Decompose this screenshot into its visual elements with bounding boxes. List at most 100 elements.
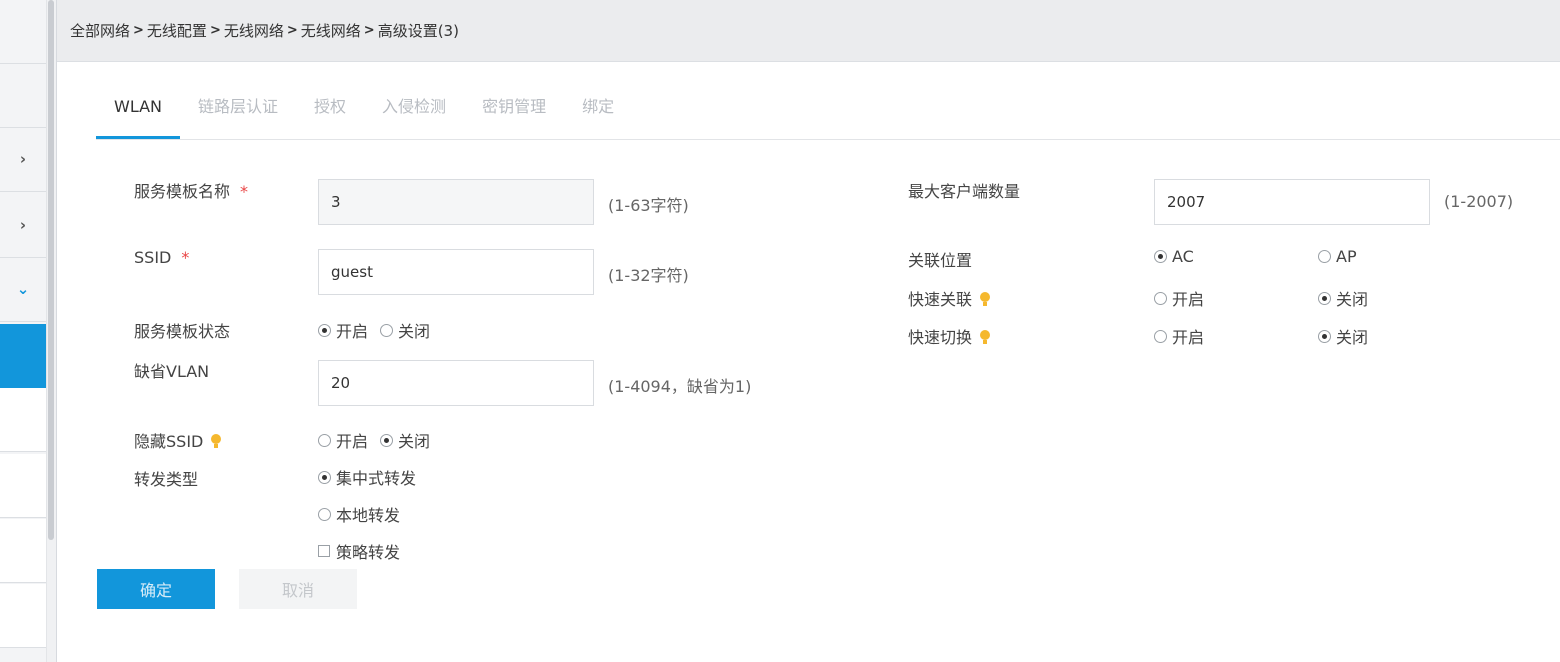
sidebar-item-collapsed[interactable]: › [0, 128, 46, 192]
tab-underline [96, 139, 1560, 140]
max-clients-input[interactable]: 2007 [1154, 179, 1430, 225]
radio-label: 开启 [336, 432, 369, 451]
chevron-right-icon: > [209, 23, 221, 38]
tab-wlan[interactable]: WLAN [96, 86, 181, 140]
assoc-location-ap-radio[interactable]: AP [1318, 247, 1357, 266]
max-clients-hint: (1-2007) [1444, 192, 1514, 211]
template-status-off-radio[interactable]: 关闭 [380, 318, 430, 342]
template-name-input[interactable]: 3 [318, 179, 594, 225]
forward-type-label: 转发类型 [134, 470, 199, 489]
sidebar-item[interactable] [0, 64, 46, 128]
default-vlan-input[interactable]: 20 [318, 360, 594, 406]
fast-switch-on-radio[interactable]: 开启 [1154, 324, 1204, 348]
ssid-input[interactable]: guest [318, 249, 594, 295]
sidebar-subitem[interactable] [0, 584, 46, 648]
checkbox-label: 策略转发 [336, 543, 401, 562]
chevron-down-icon: ⌄ [16, 280, 30, 298]
tab-key-management[interactable]: 密钥管理 [464, 86, 564, 140]
fast-switch-off-radio[interactable]: 关闭 [1318, 324, 1368, 348]
radio-unselected-icon [380, 323, 394, 337]
template-status-radio-group: 开启 关闭 [318, 318, 430, 342]
forward-local-radio[interactable]: 本地转发 [318, 502, 400, 526]
sidebar-item-collapsed[interactable]: › [0, 194, 46, 258]
ssid-label-text: SSID [134, 248, 172, 267]
tab-bar: WLAN 链路层认证 授权 入侵检测 密钥管理 绑定 [96, 86, 632, 140]
radio-label: AP [1336, 247, 1357, 266]
chevron-right-icon: › [19, 150, 27, 168]
breadcrumb-item[interactable]: 无线网络 [301, 20, 361, 41]
template-status-label: 服务模板状态 [134, 322, 231, 341]
sidebar-item[interactable] [0, 0, 46, 64]
checkbox-icon [318, 545, 330, 557]
fast-assoc-on-radio[interactable]: 开启 [1154, 286, 1204, 310]
lightbulb-icon[interactable] [980, 330, 991, 344]
fast-assoc-off-radio[interactable]: 关闭 [1318, 286, 1368, 310]
hide-ssid-on-radio[interactable]: 开启 [318, 428, 368, 452]
fast-switch-label: 快速切换 [908, 324, 991, 348]
breadcrumb-item[interactable]: 无线网络 [224, 20, 284, 41]
radio-selected-icon [1318, 291, 1331, 305]
tab-authorization[interactable]: 授权 [296, 86, 364, 140]
radio-selected-icon [1154, 250, 1167, 263]
fast-assoc-label: 快速关联 [908, 286, 991, 310]
ssid-hint: (1-32字符) [608, 266, 689, 285]
radio-unselected-icon [318, 433, 331, 447]
radio-unselected-icon [1154, 291, 1167, 305]
radio-label: 关闭 [1336, 328, 1369, 347]
radio-selected-icon [1318, 329, 1331, 343]
cancel-button[interactable]: 取消 [239, 569, 357, 609]
radio-unselected-icon [1154, 329, 1167, 343]
tab-binding[interactable]: 绑定 [564, 86, 632, 140]
lightbulb-icon[interactable] [211, 434, 222, 448]
required-mark: * [181, 248, 190, 267]
default-vlan-label: 缺省VLAN [134, 362, 210, 381]
chevron-right-icon: > [363, 23, 375, 38]
radio-label: 本地转发 [336, 506, 401, 525]
radio-label: 开启 [1172, 290, 1205, 309]
hide-ssid-off-radio[interactable]: 关闭 [380, 428, 430, 452]
breadcrumb: 全部网络 > 无线配置 > 无线网络 > 无线网络 > 高级设置(3) [57, 0, 1560, 62]
fast-assoc-label-text: 快速关联 [908, 290, 973, 309]
ssid-label: SSID * [134, 248, 189, 267]
assoc-location-ac-radio[interactable]: AC [1154, 247, 1194, 266]
radio-label: 开启 [336, 322, 369, 341]
max-clients-label: 最大客户端数量 [908, 182, 1021, 201]
hide-ssid-radio-group: 开启 关闭 [318, 428, 430, 452]
radio-unselected-icon [1318, 250, 1331, 263]
sidebar-item-expanded[interactable]: ⌄ [0, 258, 46, 322]
breadcrumb-item[interactable]: 无线配置 [147, 20, 207, 41]
divider [56, 0, 57, 662]
radio-label: 集中式转发 [336, 469, 417, 488]
tab-link-auth[interactable]: 链路层认证 [180, 86, 296, 140]
radio-label: 关闭 [398, 432, 431, 451]
sidebar-subitem[interactable] [0, 454, 46, 518]
chevron-right-icon: > [286, 23, 298, 38]
template-status-on-radio[interactable]: 开启 [318, 318, 368, 342]
radio-label: 开启 [1172, 328, 1205, 347]
tab-intrusion-detection[interactable]: 入侵检测 [364, 86, 464, 140]
forward-policy-checkbox[interactable]: 策略转发 [318, 539, 400, 563]
radio-label: 关闭 [1336, 290, 1369, 309]
template-name-label-text: 服务模板名称 [134, 182, 231, 201]
left-sidebar: › › ⌄ [0, 0, 46, 662]
forward-central-radio[interactable]: 集中式转发 [318, 465, 416, 489]
hide-ssid-label: 隐藏SSID [134, 428, 222, 452]
sidebar-item-active[interactable] [0, 324, 46, 388]
radio-unselected-icon [318, 507, 331, 521]
radio-selected-icon [318, 323, 331, 337]
sidebar-subitem[interactable] [0, 388, 46, 452]
assoc-location-label: 关联位置 [908, 251, 973, 270]
radio-selected-icon [380, 433, 394, 447]
chevron-right-icon: > [133, 23, 144, 38]
radio-label: 关闭 [398, 322, 431, 341]
confirm-button[interactable]: 确定 [97, 569, 215, 609]
breadcrumb-current: 高级设置(3) [377, 22, 459, 40]
lightbulb-icon[interactable] [980, 292, 991, 306]
radio-selected-icon [318, 470, 331, 484]
sidebar-subitem[interactable] [0, 519, 46, 583]
sidebar-scrollbar-thumb[interactable] [48, 0, 54, 540]
template-name-label: 服务模板名称 * [134, 178, 248, 202]
breadcrumb-item[interactable]: 全部网络 [70, 20, 130, 41]
template-name-hint: (1-63字符) [608, 196, 689, 215]
chevron-right-icon: › [19, 216, 27, 234]
